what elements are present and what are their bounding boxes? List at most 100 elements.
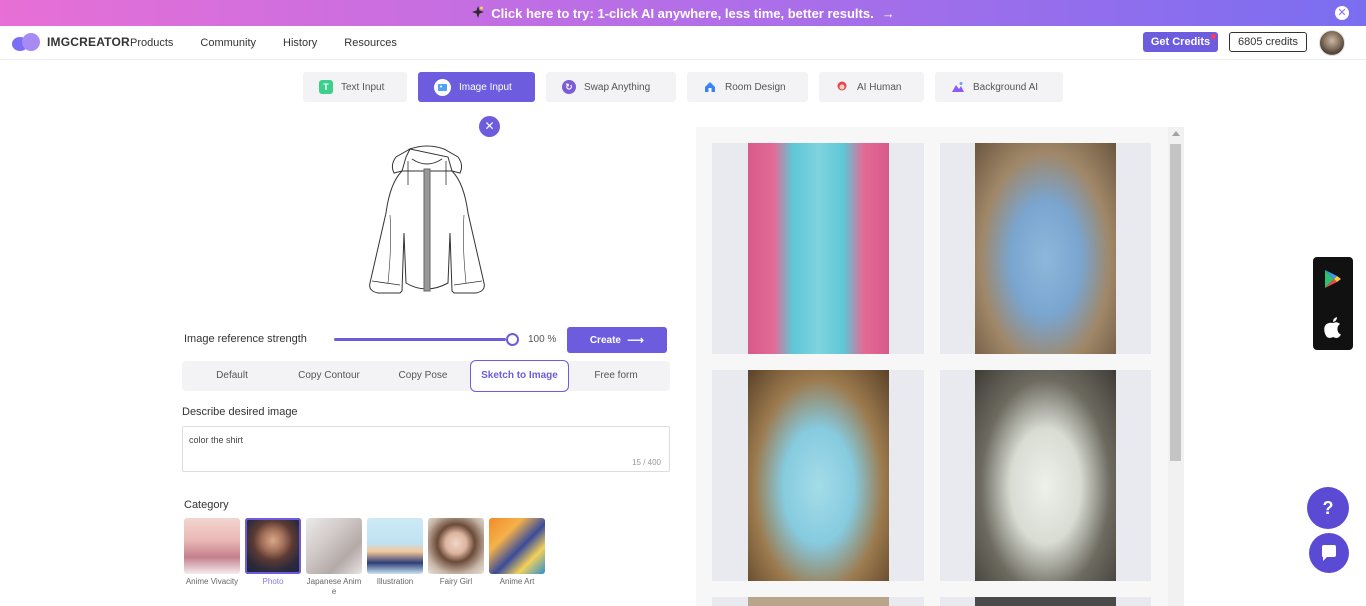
- category-photo[interactable]: Photo: [245, 518, 301, 597]
- category-name: Fairy Girl: [439, 577, 473, 586]
- chat-icon: [1322, 545, 1336, 561]
- scrollbar-thumb[interactable]: [1170, 144, 1181, 461]
- result-image: [975, 370, 1116, 581]
- category-list: Anime Vivacity Photo Japanese Anime Illu…: [184, 518, 550, 597]
- result-image: [748, 597, 889, 606]
- result-image: [748, 370, 889, 581]
- describe-value: color the shirt: [189, 435, 244, 445]
- category-label: Category: [184, 499, 229, 511]
- app-download-widget: [1313, 257, 1353, 350]
- result-card[interactable]: [940, 597, 1151, 606]
- category-thumbnail: [489, 518, 545, 574]
- result-card[interactable]: [712, 143, 924, 354]
- apple-icon[interactable]: [1323, 317, 1343, 344]
- describe-label: Describe desired image: [182, 406, 298, 418]
- human-icon: [835, 80, 849, 94]
- category-name: Japanese Anime: [306, 577, 362, 596]
- category-name: Anime Vivacity: [185, 577, 239, 586]
- arrow-right-icon: ⟶: [626, 333, 645, 347]
- tab-image-input[interactable]: Image Input: [418, 72, 535, 102]
- results-gallery: [696, 127, 1184, 606]
- input-tabs: T Text Input Image Input ↻ Swap Anything…: [303, 72, 1074, 102]
- tab-label: Background AI: [973, 81, 1039, 93]
- tab-room-design[interactable]: Room Design: [687, 72, 808, 102]
- category-japanese-anime[interactable]: Japanese Anime: [306, 518, 362, 597]
- strength-label: Image reference strength: [184, 333, 307, 345]
- scroll-up-icon[interactable]: [1172, 131, 1180, 136]
- category-thumbnail: [428, 518, 484, 574]
- category-name: Photo: [262, 577, 284, 586]
- result-image: [748, 143, 889, 354]
- nav-link-community[interactable]: Community: [200, 37, 256, 49]
- house-icon: [703, 80, 717, 94]
- google-play-icon[interactable]: [1324, 269, 1342, 294]
- swap-icon: ↻: [562, 80, 576, 94]
- category-thumbnail: [245, 518, 301, 574]
- mode-copy-contour[interactable]: Copy Contour: [282, 361, 376, 391]
- image-icon: [434, 78, 451, 96]
- result-image: [975, 143, 1116, 354]
- category-thumbnail: [367, 518, 423, 574]
- result-card[interactable]: [940, 143, 1151, 354]
- category-fairy-girl[interactable]: Fairy Girl: [428, 518, 484, 597]
- mode-free-form[interactable]: Free form: [569, 361, 663, 391]
- category-anime-vivacity[interactable]: Anime Vivacity: [184, 518, 240, 597]
- category-name: Illustration: [376, 577, 414, 586]
- tab-label: AI Human: [857, 81, 902, 93]
- text-icon: T: [319, 80, 333, 94]
- promo-text[interactable]: Click here to try: 1-click AI anywhere, …: [491, 6, 873, 21]
- get-credits-label: Get Credits: [1150, 36, 1211, 48]
- top-nav: IMGCREATOR Products Community History Re…: [0, 26, 1366, 60]
- logo[interactable]: IMGCREATOR: [12, 33, 130, 51]
- mode-sketch-to-image[interactable]: Sketch to Image: [470, 360, 569, 392]
- category-thumbnail: [306, 518, 362, 574]
- get-credits-button[interactable]: Get Credits: [1143, 32, 1218, 52]
- slider-track: [334, 338, 506, 341]
- mode-default[interactable]: Default: [182, 361, 282, 391]
- credits-count[interactable]: 6805 credits: [1229, 32, 1307, 52]
- mode-selector: Default Copy Contour Copy Pose Sketch to…: [182, 360, 670, 392]
- nav-link-products[interactable]: Products: [130, 37, 173, 49]
- result-image: [975, 597, 1116, 606]
- nav-links: Products Community History Resources: [130, 37, 424, 49]
- tab-label: Text Input: [341, 81, 385, 93]
- chat-button[interactable]: [1309, 533, 1349, 573]
- strength-slider[interactable]: [334, 333, 519, 346]
- nav-link-history[interactable]: History: [283, 37, 317, 49]
- tab-label: Room Design: [725, 81, 786, 93]
- slider-thumb[interactable]: [506, 333, 519, 346]
- tab-swap-anything[interactable]: ↻ Swap Anything: [546, 72, 676, 102]
- create-button[interactable]: Create ⟶: [567, 327, 667, 353]
- strength-value: 100 %: [528, 334, 557, 345]
- avatar[interactable]: [1319, 30, 1345, 56]
- create-label: Create: [589, 334, 621, 346]
- sparkle-icon: [471, 5, 485, 22]
- help-button[interactable]: ?: [1307, 487, 1349, 529]
- result-card[interactable]: [940, 370, 1151, 581]
- close-icon[interactable]: ✕: [1335, 6, 1349, 20]
- nav-link-resources[interactable]: Resources: [344, 37, 397, 49]
- tab-background-ai[interactable]: Background AI: [935, 72, 1063, 102]
- tab-ai-human[interactable]: AI Human: [819, 72, 924, 102]
- tab-label: Image Input: [459, 81, 512, 93]
- result-card[interactable]: [712, 370, 924, 581]
- gallery-scrollbar[interactable]: [1168, 127, 1184, 606]
- category-name: Anime Art: [499, 577, 535, 586]
- uploaded-sketch-image: [360, 143, 495, 298]
- category-anime-art[interactable]: Anime Art: [489, 518, 545, 597]
- category-illustration[interactable]: Illustration: [367, 518, 423, 597]
- char-count: 15 / 400: [632, 458, 661, 467]
- background-icon: [951, 80, 965, 94]
- logo-icon: [12, 33, 42, 51]
- tab-label: Swap Anything: [584, 81, 651, 93]
- notification-dot: [1211, 34, 1216, 39]
- promo-banner[interactable]: Click here to try: 1-click AI anywhere, …: [0, 0, 1366, 26]
- tab-text-input[interactable]: T Text Input: [303, 72, 407, 102]
- remove-image-button[interactable]: ✕: [479, 116, 500, 137]
- mode-copy-pose[interactable]: Copy Pose: [376, 361, 470, 391]
- result-card[interactable]: [712, 597, 924, 606]
- describe-textarea[interactable]: color the shirt 15 / 400: [182, 426, 670, 472]
- arrow-right-icon: →: [881, 5, 895, 21]
- logo-text: IMGCREATOR: [47, 35, 130, 49]
- category-thumbnail: [184, 518, 240, 574]
